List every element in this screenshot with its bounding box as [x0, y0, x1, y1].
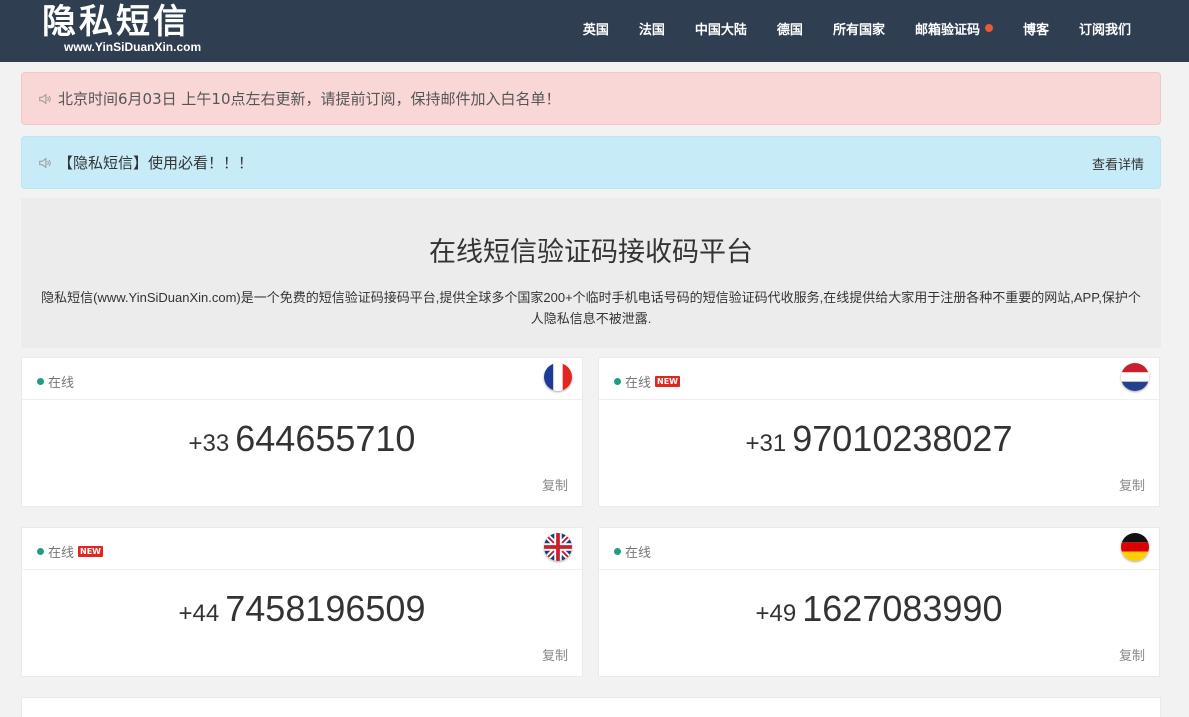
nav-item-germany[interactable]: 德国	[777, 19, 803, 38]
status-label: 在线	[625, 376, 652, 391]
view-details-link[interactable]: 查看详情	[1092, 154, 1144, 173]
phone-digits: 644655710	[235, 418, 416, 459]
status-label: 在线	[48, 376, 75, 391]
logo-url: www.YinSiDuanXin.com	[64, 40, 202, 54]
uk-flag-icon	[544, 533, 572, 561]
germany-flag-icon	[1121, 533, 1149, 561]
online-dot-icon	[37, 378, 44, 385]
country-code: +33	[188, 430, 230, 457]
online-status: 在线	[37, 372, 74, 391]
nav-item-email-code[interactable]: 邮箱验证码	[915, 19, 993, 38]
online-status: 在线 NEW	[37, 542, 103, 561]
intro-description: 隐私短信(www.YinSiDuanXin.com)是一个免费的短信验证码接码平…	[41, 290, 1141, 326]
nav-item-blog[interactable]: 博客	[1023, 19, 1049, 38]
card-header: 在线	[22, 358, 582, 400]
site-logo[interactable]: 隐私短信 www.YinSiDuanXin.com	[42, 4, 242, 58]
phone-number: +49 1627083990	[599, 588, 1159, 630]
phone-card-netherlands[interactable]: 在线 NEW +31 97010238027 复制	[598, 357, 1160, 507]
phone-number: +44 7458196509	[22, 588, 582, 630]
country-code: +49	[755, 600, 797, 627]
copy-button[interactable]: 复制	[542, 645, 568, 664]
phone-number: +33 644655710	[22, 418, 582, 460]
nav-item-france[interactable]: 法国	[639, 19, 665, 38]
guide-alert: 【隐私短信】使用必看！！！ 查看详情	[21, 136, 1161, 189]
phone-digits: 1627083990	[802, 588, 1003, 629]
nav-label: 所有国家	[832, 22, 885, 38]
nav-label: 订阅我们	[1078, 22, 1131, 38]
phone-number: +31 97010238027	[599, 418, 1159, 460]
intro-section: 在线短信验证码接收码平台 隐私短信(www.YinSiDuanXin.com)是…	[21, 198, 1161, 348]
top-header: 隐私短信 www.YinSiDuanXin.com 英国 法国 中国大陆 德国 …	[0, 0, 1189, 62]
nav-label: 德国	[776, 22, 803, 38]
phone-card-uk[interactable]: 在线 NEW +44 7458196509 复制	[21, 527, 583, 677]
speaker-icon	[39, 93, 51, 104]
main-nav: 英国 法国 中国大陆 德国 所有国家 邮箱验证码 博客 订阅我们	[553, 0, 1131, 56]
phone-card-france[interactable]: 在线 +33 644655710 复制	[21, 357, 583, 507]
status-label: 在线	[48, 546, 75, 561]
nav-label: 博客	[1022, 22, 1049, 38]
online-dot-icon	[37, 548, 44, 555]
country-code: +31	[745, 430, 787, 457]
phone-card-germany[interactable]: 在线 +49 1627083990 复制	[598, 527, 1160, 677]
copy-button[interactable]: 复制	[1119, 475, 1145, 494]
netherlands-flag-icon	[1121, 363, 1149, 391]
card-header: 在线 NEW	[22, 528, 582, 570]
online-dot-icon	[614, 378, 621, 385]
phone-digits: 7458196509	[225, 588, 426, 629]
nav-item-china[interactable]: 中国大陆	[695, 19, 747, 38]
online-status: 在线 NEW	[614, 372, 680, 391]
guide-alert-text: 【隐私短信】使用必看！！！	[58, 154, 254, 172]
update-alert: 北京时间6月03日 上午10点左右更新，请提前订阅，保持邮件加入白名单！	[21, 72, 1161, 125]
speaker-icon	[39, 157, 51, 168]
new-badge: NEW	[78, 546, 103, 557]
notification-dot-icon	[984, 24, 993, 32]
copy-button[interactable]: 复制	[1119, 645, 1145, 664]
card-header: 在线 NEW	[599, 358, 1159, 400]
nav-item-all-countries[interactable]: 所有国家	[833, 19, 885, 38]
online-dot-icon	[614, 548, 621, 555]
nav-label: 邮箱验证码	[914, 22, 980, 38]
nav-label: 法国	[638, 22, 665, 38]
nav-item-uk[interactable]: 英国	[583, 19, 609, 38]
logo-title: 隐私短信	[42, 2, 190, 42]
new-badge: NEW	[655, 376, 680, 387]
phone-card-partial[interactable]	[21, 697, 1161, 717]
phone-digits: 97010238027	[792, 418, 1013, 459]
update-alert-text: 北京时间6月03日 上午10点左右更新，请提前订阅，保持邮件加入白名单！	[58, 90, 561, 108]
card-header: 在线	[599, 528, 1159, 570]
nav-item-subscribe[interactable]: 订阅我们	[1079, 19, 1131, 38]
france-flag-icon	[544, 363, 572, 391]
country-code: +44	[178, 600, 220, 627]
nav-label: 中国大陆	[694, 22, 747, 38]
status-label: 在线	[625, 546, 652, 561]
page-title: 在线短信验证码接收码平台	[429, 237, 753, 268]
online-status: 在线	[614, 542, 651, 561]
copy-button[interactable]: 复制	[542, 475, 568, 494]
nav-label: 英国	[582, 22, 609, 38]
